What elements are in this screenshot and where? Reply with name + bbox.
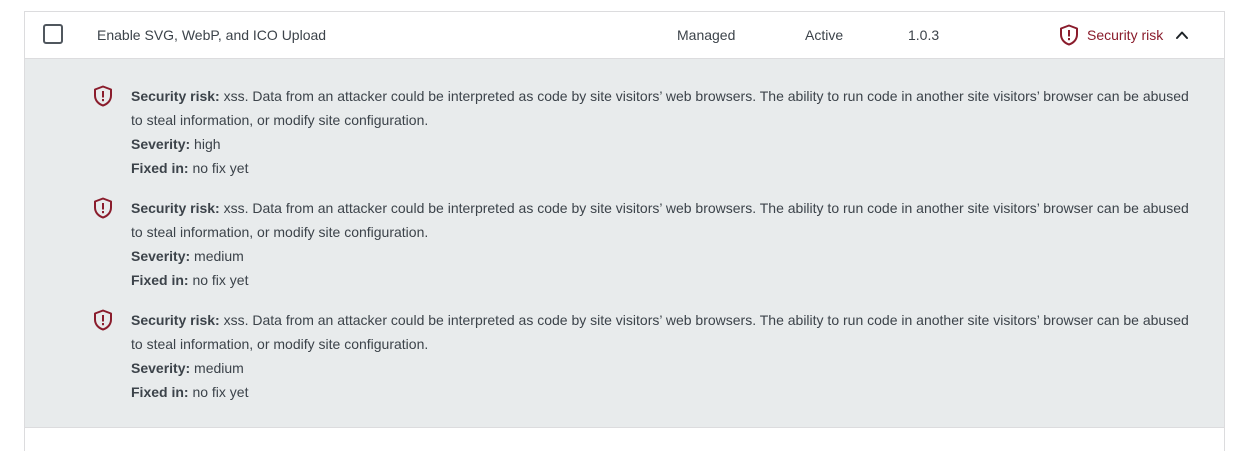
shield-exclamation-icon xyxy=(1060,24,1078,46)
fixed-label: Fixed in: xyxy=(131,272,189,288)
severity-label: Severity: xyxy=(131,360,191,376)
fixed-label: Fixed in: xyxy=(131,160,189,176)
risk-label: Security risk: xyxy=(131,88,220,104)
vulnerability-fixed: Fixed in: no fix yet xyxy=(131,268,1201,292)
vulnerability-fixed: Fixed in: no fix yet xyxy=(131,380,1201,404)
risk-description: xss. Data from an attacker could be inte… xyxy=(131,312,1189,352)
security-risk-label: Security risk xyxy=(1087,27,1164,43)
vulnerability-text: Security risk: xss. Data from an attacke… xyxy=(131,84,1201,180)
risk-description: xss. Data from an attacker could be inte… xyxy=(131,200,1189,240)
vulnerability-text: Security risk: xss. Data from an attacke… xyxy=(131,196,1201,292)
plugin-row: Enable SVG, WebP, and ICO Upload Managed… xyxy=(25,12,1224,59)
fixed-value: no fix yet xyxy=(192,160,249,176)
plugin-managed: Managed xyxy=(677,27,736,43)
security-risk-toggle[interactable]: Security risk xyxy=(1059,22,1189,48)
vulnerability-severity: Severity: medium xyxy=(131,356,1201,380)
vulnerability-severity: Severity: high xyxy=(131,132,1201,156)
vulnerability-details: Security risk: xss. Data from an attacke… xyxy=(25,59,1224,428)
chevron-up-icon[interactable] xyxy=(1175,28,1189,42)
shield-exclamation-icon xyxy=(94,309,112,331)
shield-exclamation-icon xyxy=(94,85,112,107)
severity-value: medium xyxy=(194,360,244,376)
severity-value: medium xyxy=(194,248,244,264)
vulnerability-description: Security risk: xss. Data from an attacke… xyxy=(131,308,1201,356)
fixed-value: no fix yet xyxy=(192,272,249,288)
severity-label: Severity: xyxy=(131,136,191,152)
plugin-status: Active xyxy=(805,27,844,43)
shield-exclamation-icon xyxy=(94,197,112,219)
risk-description: xss. Data from an attacker could be inte… xyxy=(131,88,1189,128)
vulnerability-description: Security risk: xss. Data from an attacke… xyxy=(131,84,1201,132)
plugin-select-checkbox[interactable] xyxy=(43,24,63,44)
severity-label: Severity: xyxy=(131,248,191,264)
severity-value: high xyxy=(194,136,221,152)
fixed-value: no fix yet xyxy=(192,384,249,400)
plugin-version: 1.0.3 xyxy=(908,27,940,43)
risk-label: Security risk: xyxy=(131,200,220,216)
fixed-label: Fixed in: xyxy=(131,384,189,400)
plugin-name: Enable SVG, WebP, and ICO Upload xyxy=(97,27,327,43)
vulnerability-description: Security risk: xss. Data from an attacke… xyxy=(131,196,1201,244)
vulnerability-fixed: Fixed in: no fix yet xyxy=(131,156,1201,180)
vulnerability-text: Security risk: xss. Data from an attacke… xyxy=(131,308,1201,404)
risk-label: Security risk: xyxy=(131,312,220,328)
vulnerability-severity: Severity: medium xyxy=(131,244,1201,268)
